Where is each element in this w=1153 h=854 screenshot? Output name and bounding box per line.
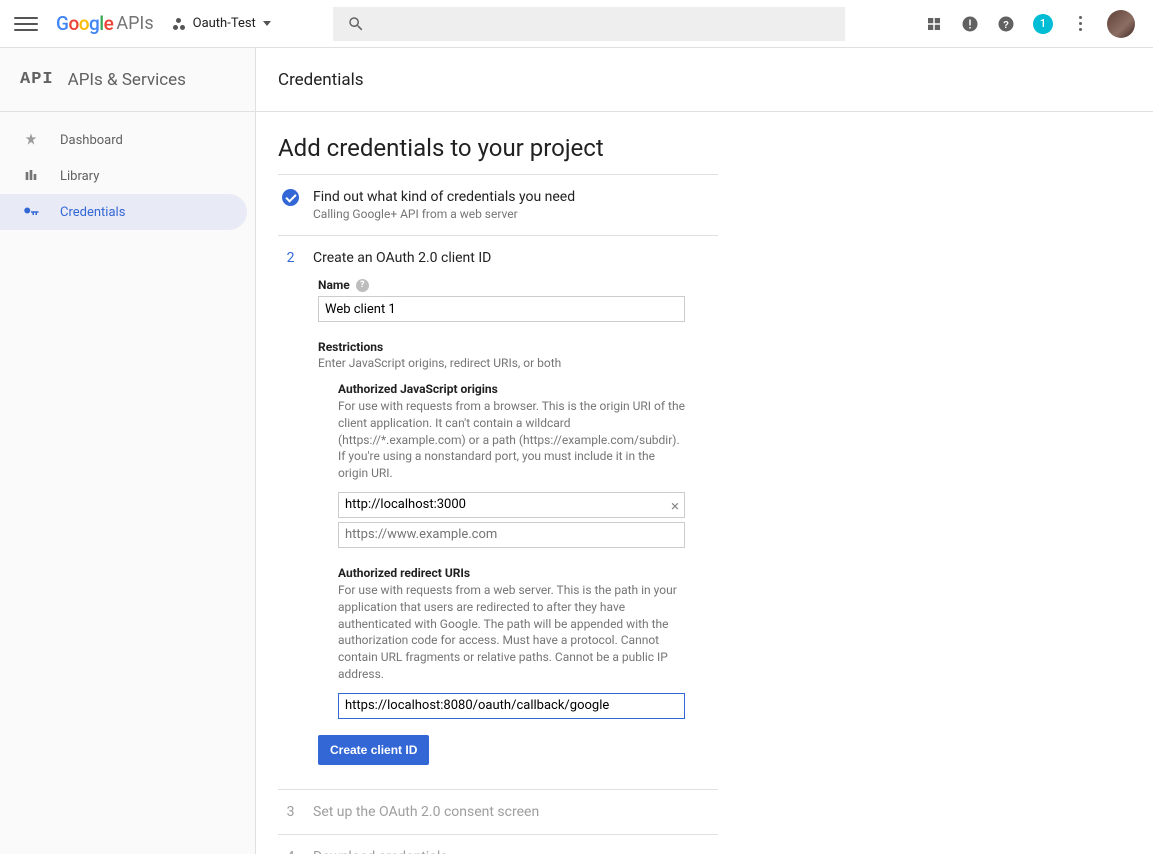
step-2-title: Create an OAuth 2.0 client ID: [313, 250, 491, 266]
alert-icon[interactable]: [961, 15, 979, 33]
step-4[interactable]: 4 Download credentials: [278, 835, 718, 854]
restrictions-label: Restrictions: [318, 340, 714, 354]
sidebar: API APIs & Services Dashboard Library Cr…: [0, 48, 256, 854]
gift-icon[interactable]: [925, 15, 943, 33]
help-icon[interactable]: ?: [356, 279, 369, 292]
step-3-title: Set up the OAuth 2.0 consent screen: [313, 804, 539, 820]
step-3[interactable]: 3 Set up the OAuth 2.0 consent screen: [278, 790, 718, 835]
page-heading: Add credentials to your project: [278, 134, 1131, 162]
redirect-help: For use with requests from a web server.…: [338, 582, 685, 683]
name-label: Name: [318, 278, 350, 292]
create-client-id-button[interactable]: Create client ID: [318, 735, 429, 765]
sidebar-item-dashboard[interactable]: Dashboard: [0, 122, 255, 158]
project-icon: [172, 17, 186, 31]
name-input[interactable]: [318, 296, 685, 322]
notifications-badge[interactable]: 1: [1033, 14, 1053, 34]
avatar[interactable]: [1107, 10, 1135, 38]
sidebar-header: API APIs & Services: [0, 48, 255, 112]
key-icon: [22, 203, 40, 221]
search-icon: [347, 15, 365, 33]
sidebar-item-library[interactable]: Library: [0, 158, 255, 194]
chevron-down-icon: [263, 21, 271, 26]
step-2-number: 2: [282, 250, 299, 266]
api-icon: API: [20, 70, 54, 89]
page-header: Credentials: [256, 48, 1153, 112]
step-4-number: 4: [282, 849, 299, 854]
sidebar-item-label: Credentials: [60, 205, 125, 220]
svg-text:?: ?: [1003, 19, 1009, 30]
js-origin-input[interactable]: [338, 492, 685, 518]
step-3-number: 3: [282, 804, 299, 820]
redirect-label: Authorized redirect URIs: [338, 566, 714, 580]
sidebar-title: APIs & Services: [68, 70, 186, 90]
step-1-subtitle: Calling Google+ API from a web server: [313, 207, 575, 221]
content-area: Credentials Add credentials to your proj…: [256, 48, 1153, 854]
sidebar-item-label: Library: [60, 169, 99, 184]
menu-icon[interactable]: [14, 12, 38, 36]
close-icon[interactable]: ×: [671, 497, 679, 515]
library-icon: [22, 167, 40, 185]
step-4-title: Download credentials: [313, 849, 447, 854]
project-name: Oauth-Test: [193, 16, 256, 31]
js-origins-help: For use with requests from a browser. Th…: [338, 398, 685, 482]
help-icon[interactable]: ?: [997, 15, 1015, 33]
check-icon: [282, 189, 299, 206]
sidebar-item-credentials[interactable]: Credentials: [0, 194, 247, 230]
step-2: 2 Create an OAuth 2.0 client ID Name ? R…: [278, 236, 718, 790]
apis-label: APIs: [116, 13, 153, 34]
page-title: Credentials: [278, 70, 364, 90]
js-origins-label: Authorized JavaScript origins: [338, 382, 714, 396]
sidebar-item-label: Dashboard: [60, 133, 123, 148]
google-apis-logo[interactable]: Google APIs: [56, 12, 154, 35]
restrictions-help: Enter JavaScript origins, redirect URIs,…: [318, 356, 714, 370]
dashboard-icon: [22, 131, 40, 149]
search-input[interactable]: [333, 7, 845, 41]
step-1: Find out what kind of credentials you ne…: [278, 175, 718, 236]
top-header: Google APIs Oauth-Test ? 1: [0, 0, 1153, 48]
step-1-title: Find out what kind of credentials you ne…: [313, 189, 575, 205]
project-selector[interactable]: Oauth-Test: [172, 16, 271, 31]
credential-wizard: Find out what kind of credentials you ne…: [278, 174, 718, 854]
redirect-input[interactable]: [338, 693, 685, 719]
js-origin-input-empty[interactable]: [338, 522, 685, 548]
more-icon[interactable]: [1071, 16, 1089, 31]
